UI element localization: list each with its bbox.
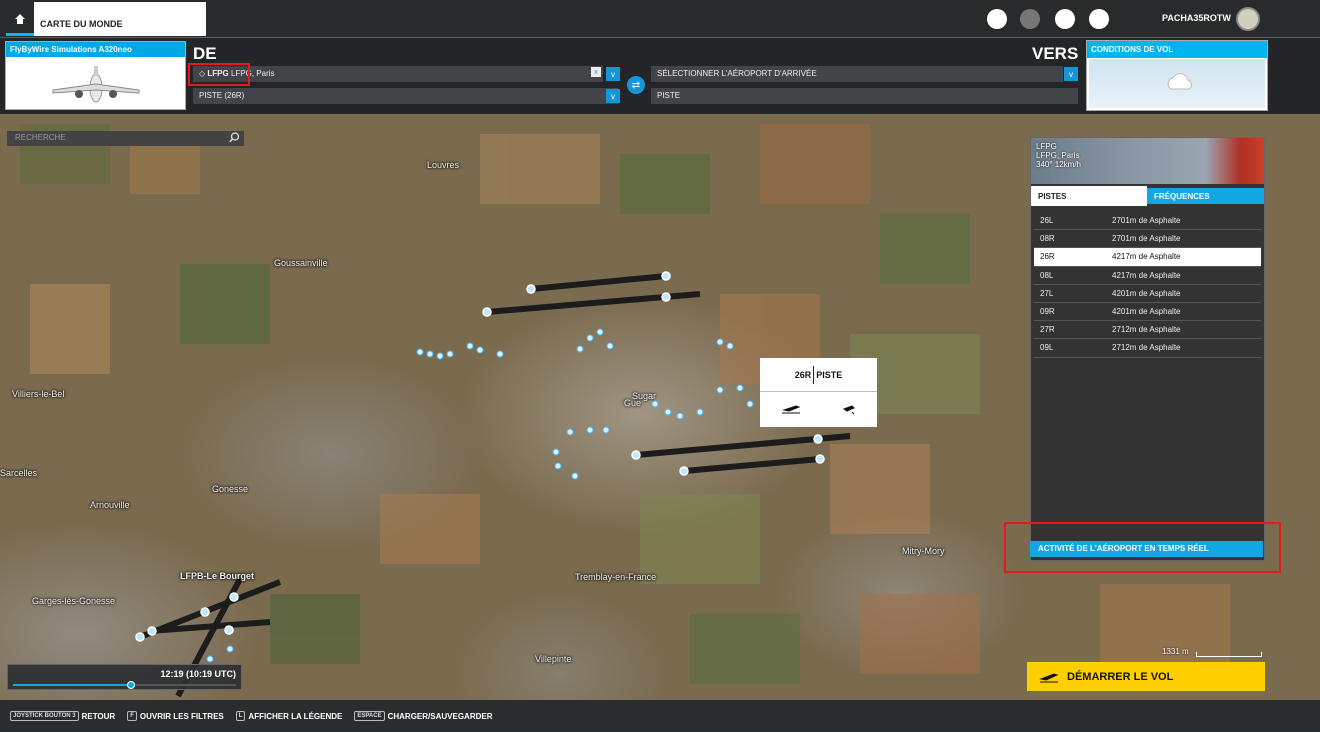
place-sarcelles: Sarcelles — [0, 468, 38, 478]
place-tremblay: Tremblay-en-France — [575, 572, 657, 582]
place-garges: Garges-lès-Gonesse — [32, 596, 116, 606]
takeoff-icon[interactable] — [781, 403, 801, 415]
friends-icon[interactable] — [1020, 9, 1040, 29]
popup-runway-id: 26R — [794, 369, 812, 380]
hint-back-label: RETOUR — [81, 711, 116, 721]
arrival-label: VERS — [1032, 44, 1079, 63]
aircraft-title: FlyByWire Simulations A320neo — [6, 42, 185, 57]
runway-popup[interactable]: 26R PISTE — [760, 358, 877, 427]
tab-frequencies[interactable]: FRÉQUENCES — [1147, 188, 1264, 204]
airport-name: LFPG, Paris — [1036, 151, 1080, 160]
arrival-airport-field[interactable]: SÉLECTIONNER L'AÉROPORT D'ARRIVÉE — [651, 66, 1063, 82]
start-flight-button[interactable]: DÉMARRER LE VOL — [1027, 662, 1265, 691]
runway-row-08r[interactable]: 08R 2701m de Asphalte — [1034, 230, 1261, 249]
airport-code: LFPG — [1036, 142, 1057, 151]
weather-title: CONDITIONS DE VOL — [1087, 41, 1267, 58]
home-icon — [15, 14, 25, 24]
place-gonesse: Gonesse — [212, 484, 249, 494]
notifications-icon[interactable] — [1089, 9, 1109, 29]
swap-icon[interactable]: ⇄ — [627, 76, 645, 94]
cloud-icon — [1167, 73, 1192, 90]
runway-list: 26L 2701m de Asphalte 08R 2701m de Asphalt… — [1034, 212, 1261, 358]
time-display: 12:19 (10:19 UTC) — [160, 669, 236, 679]
place-villiers-le-bel: Villiers-le-Bel — [12, 389, 65, 399]
time-slider[interactable] — [13, 681, 236, 689]
place-arnouville: Arnouville — [90, 500, 130, 510]
airport-wind: 340° 12km/h — [1036, 160, 1082, 169]
runway-row-09l[interactable]: 09L 2712m de Asphalte — [1034, 339, 1261, 358]
runway-row-27r[interactable]: 27R 2712m de Asphalte — [1034, 321, 1261, 340]
annotation-highlight-departure — [188, 63, 250, 86]
flight-setup-header: FlyByWire Simulations A320neo DE VERS ◇ … — [0, 38, 1320, 114]
key-joystick: JOYSTICK BOUTON 3 — [10, 711, 79, 721]
profile-icon[interactable] — [1055, 9, 1075, 29]
airport-tabs: PISTES FRÉQUENCES — [1031, 186, 1264, 206]
hint-load-save-label: CHARGER/SAUVEGARDER — [387, 711, 493, 721]
arrival-airport-dropdown[interactable]: v — [1064, 67, 1078, 81]
search-icon[interactable] — [229, 132, 240, 143]
airport-info-panel: LFPG LFPG, Paris 340° 12km/h PISTES FRÉQ… — [1030, 137, 1265, 561]
runway-row-27l[interactable]: 27L 4201m de Asphalte — [1034, 285, 1261, 303]
hint-legend-label: AFFICHER LA LÉGENDE — [248, 711, 343, 721]
username: PACHA35ROTW — [1162, 13, 1231, 23]
controls-footer: JOYSTICK BOUTON 3 RETOUR F OUVRIR LES FI… — [0, 700, 1320, 732]
key-l: L — [235, 711, 246, 721]
start-flight-label: DÉMARRER LE VOL — [1067, 670, 1174, 683]
key-space: ESPACE — [354, 711, 385, 721]
world-map-screen: Louvres Goussainville Villiers-le-Bel Go… — [0, 0, 1320, 732]
weather-selector[interactable]: CONDITIONS DE VOL — [1086, 40, 1268, 111]
departure-label: DE — [193, 44, 217, 63]
airport-marker-lfpb[interactable]: LFPB-Le Bourget — [180, 571, 254, 581]
breadcrumb: CARTE DU MONDE — [34, 2, 206, 36]
time-of-day-control: 12:19 (10:19 UTC) — [7, 664, 242, 690]
departure-airport-field[interactable]: ◇ LFPG LFPG, Paris — [193, 66, 603, 82]
hint-filters-label: OUVRIR LES FILTRES — [139, 711, 224, 721]
departure-runway-field[interactable]: PISTE (26R) — [193, 88, 618, 104]
key-f: F — [127, 711, 137, 721]
runway-row-09r[interactable]: 09R 4201m de Asphalte — [1034, 303, 1261, 322]
departure-runway-dropdown[interactable]: v — [606, 89, 620, 103]
search-input[interactable]: RECHERCHE — [7, 131, 244, 146]
top-bar: CARTE DU MONDE PACHA35ROTW — [0, 0, 1320, 38]
avatar[interactable] — [1236, 7, 1260, 31]
popup-runway-label: PISTE — [816, 369, 843, 380]
airport-photo: LFPG LFPG, Paris 340° 12km/h — [1031, 138, 1264, 184]
tab-runways[interactable]: PISTES — [1031, 186, 1147, 206]
place-villepinte: Villepinte — [535, 654, 572, 664]
place-mitry-mory: Mitry-Mory — [902, 546, 945, 556]
achievements-icon[interactable] — [987, 9, 1007, 29]
place-gue: Gue — [624, 398, 642, 408]
runway-row-26l[interactable]: 26L 2701m de Asphalte — [1034, 212, 1261, 231]
home-button[interactable] — [6, 2, 34, 36]
departure-airport-dropdown[interactable]: v — [606, 67, 620, 81]
place-louvres: Louvres — [427, 160, 460, 170]
hint-filters[interactable]: F OUVRIR LES FILTRES — [127, 711, 224, 721]
hint-load-save[interactable]: ESPACE CHARGER/SAUVEGARDER — [354, 711, 493, 721]
weather-preview — [1089, 59, 1265, 108]
map-scale-bar — [1196, 652, 1262, 657]
place-goussainville: Goussainville — [274, 258, 328, 268]
annotation-highlight-live-activity — [1004, 522, 1281, 573]
runway-row-08l[interactable]: 08L 4217m de Asphalte — [1034, 267, 1261, 285]
clear-departure-button[interactable]: x — [591, 67, 601, 77]
landing-icon[interactable] — [842, 403, 856, 415]
runway-row-26r[interactable]: 26R 4217m de Asphalte — [1034, 248, 1261, 267]
arrival-runway-field[interactable]: PISTE — [651, 88, 1078, 104]
aircraft-selector[interactable]: FlyByWire Simulations A320neo — [5, 41, 186, 110]
takeoff-icon — [1039, 672, 1059, 682]
time-slider-handle[interactable] — [127, 681, 136, 689]
search-placeholder: RECHERCHE — [15, 133, 66, 142]
hint-legend[interactable]: L AFFICHER LA LÉGENDE — [235, 711, 343, 721]
aircraft-icon — [52, 66, 140, 103]
time-slider-fill — [13, 684, 132, 686]
hint-back[interactable]: JOYSTICK BOUTON 3 RETOUR — [10, 711, 115, 721]
map-scale-label: 1331 m — [1162, 647, 1189, 656]
